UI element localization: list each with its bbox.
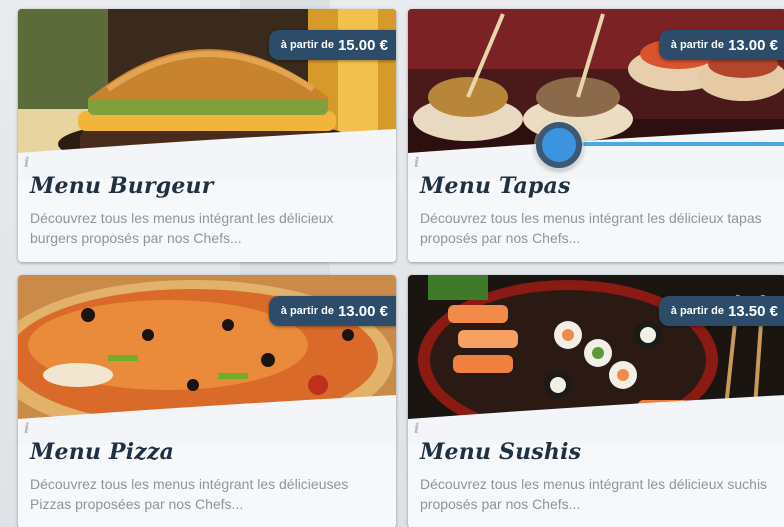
info-icon[interactable]: i [414,421,419,437]
card-title: Menu Tapas [420,173,571,199]
slider-track[interactable] [558,142,784,146]
card-title: Menu Sushis [420,439,582,465]
menu-card-burger[interactable]: à partir de 15.00 € i Menu Burgeur Décou… [18,9,396,262]
card-description: Découvrez tous les menus intégrant les d… [420,210,762,246]
card-description: Découvrez tous les menus intégrant les d… [30,476,349,512]
menu-card-pizza[interactable]: à partir de 13.00 € i Menu Pizza Découvr… [18,275,396,527]
info-icon[interactable]: i [24,421,29,437]
price-badge: à partir de 13.50 € [658,296,784,326]
price-badge: à partir de 13.00 € [658,30,784,60]
slider[interactable] [536,122,784,168]
slider-thumb[interactable] [536,122,582,168]
card-description: Découvrez tous les menus intégrant les d… [30,210,334,246]
price-badge: à partir de 15.00 € [268,30,396,60]
info-icon[interactable]: i [24,155,29,171]
info-icon[interactable]: i [414,155,419,171]
card-description: Découvrez tous les menus intégrant les d… [420,476,768,512]
price-badge: à partir de 13.00 € [268,296,396,326]
menu-card-sushis[interactable]: à partir de 13.50 € i Menu Sushis Découv… [408,275,784,527]
card-title: Menu Pizza [30,439,175,465]
card-title: Menu Burgeur [30,173,214,199]
